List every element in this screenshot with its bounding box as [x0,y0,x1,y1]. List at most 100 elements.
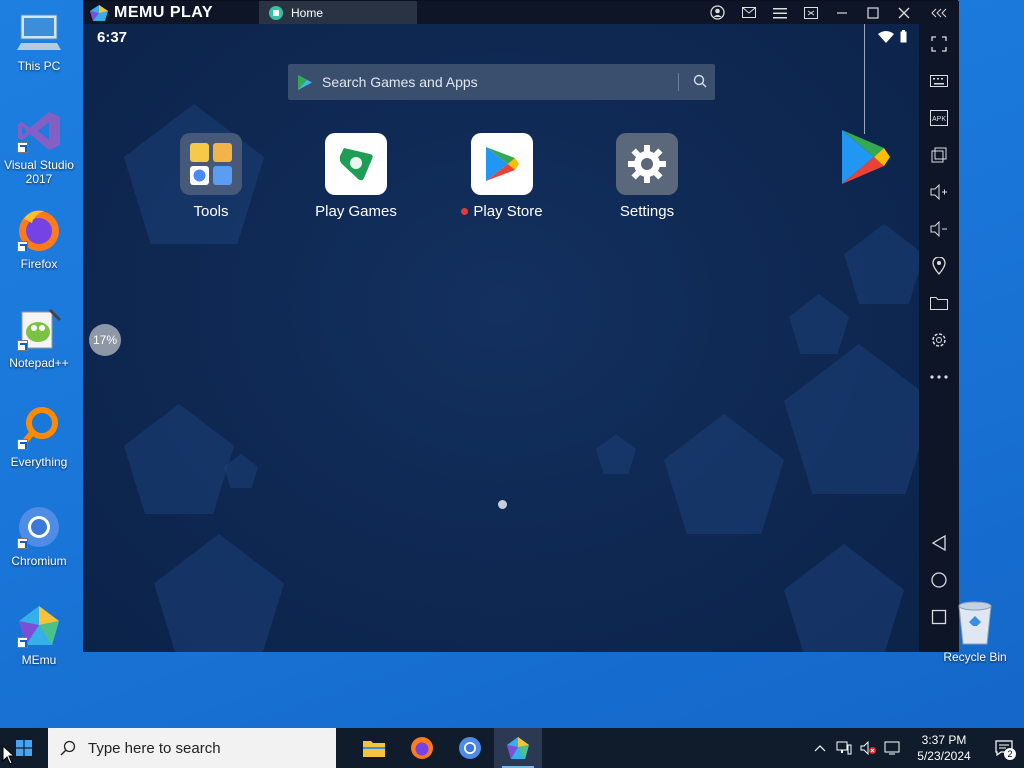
windows-logo-icon [16,740,32,756]
taskbar-firefox[interactable] [398,728,446,768]
notification-dot [461,208,469,215]
chromium-icon [15,503,63,551]
play-store-floating-icon[interactable] [840,128,892,186]
keyboard-button[interactable] [927,69,951,93]
window-mode-icon [803,6,818,19]
emulator-sidebar: APK [919,24,959,652]
status-bar-icons [878,30,907,43]
app-label: Play Games [315,203,397,220]
status-bar-time: 6:37 [97,29,128,46]
tools-folder-icon [180,133,242,195]
screenshot-mode-button[interactable] [795,1,826,24]
volume-up-button[interactable] [927,180,951,204]
loader-percent: 17% [92,333,118,347]
emulator-titlebar: MEMU PLAY Home [84,1,959,24]
maximize-icon [866,6,879,19]
app-label: Settings [619,203,675,220]
volume-down-button[interactable] [927,217,951,241]
notepadpp-icon [15,305,63,353]
settings-button[interactable] [927,328,951,352]
background-pentagon [784,344,919,494]
shortcut-arrow-icon [17,439,28,450]
progress-loader: 17% [89,324,121,356]
tab-home[interactable]: Home [259,1,417,24]
shortcut-arrow-icon [17,241,28,252]
volume-down-icon [930,221,947,237]
memu-window: MEMU PLAY Home 6:37 Search Games and App… [83,0,959,652]
desktop-icon-label: MEmu [21,653,57,667]
hamburger-menu-icon [772,7,787,18]
memu-icon [15,602,63,650]
network-button[interactable] [832,728,856,768]
desktop-icon-this-pc[interactable]: This PC [0,8,78,73]
desktop-icon-everything[interactable]: Everything [0,404,78,469]
taskbar-search-box[interactable]: Type here to search [48,728,336,768]
taskbar-clock[interactable]: 3:37 PM 5/23/2024 [904,732,984,764]
location-button[interactable] [927,254,951,278]
mail-button[interactable] [733,1,764,24]
desktop-icon-notepadpp[interactable]: Notepad++ [0,305,78,370]
multi-window-icon [931,147,947,163]
notification-center-button[interactable]: 2 [984,728,1024,768]
search-icon [60,740,76,756]
background-pentagon [124,404,234,514]
play-store-icon [471,133,533,195]
collapse-sidebar-button[interactable] [919,1,959,24]
visual-studio-icon [15,107,63,155]
desktop-icon-label: Notepad++ [9,356,69,370]
desktop-icon-label: Everything [10,455,68,469]
action-center-tray-button[interactable] [880,728,904,768]
desktop-icon-visual-studio[interactable]: Visual Studio 2017 [0,107,78,186]
background-pentagon [154,534,284,652]
android-home-button[interactable] [927,568,951,592]
minimize-button[interactable] [826,1,857,24]
shared-folder-button[interactable] [927,291,951,315]
app-settings[interactable]: Settings [587,133,707,220]
multi-instance-button[interactable] [927,143,951,167]
battery-icon [900,30,907,43]
volume-button[interactable] [856,728,880,768]
background-pentagon [844,224,919,304]
app-label: Tools [193,203,229,220]
close-icon [898,7,909,18]
display-icon [884,741,900,755]
page-indicator-dot[interactable] [498,500,507,509]
status-divider [864,24,865,134]
memu-brand: MEMU PLAY [84,4,259,22]
desktop-icon-memu[interactable]: MEmu [0,602,78,667]
menu-button[interactable] [764,1,795,24]
taskbar-file-explorer[interactable] [350,728,398,768]
search-bar[interactable]: Search Games and Apps [288,64,715,100]
tab-label: Home [291,5,324,20]
maximize-button[interactable] [857,1,888,24]
mouse-cursor-icon [2,745,14,765]
search-icon[interactable] [693,74,707,88]
mail-icon [741,7,756,18]
app-play-store[interactable]: Play Store [442,133,562,220]
search-divider [678,73,679,91]
app-label: Play Store [473,203,543,220]
taskbar-memu[interactable] [494,728,542,768]
taskbar-chromium[interactable] [446,728,494,768]
recycle-bin-icon [958,601,992,645]
background-pentagon [789,294,849,354]
android-back-button[interactable] [927,531,951,555]
play-games-icon [325,133,387,195]
shortcut-arrow-icon [17,538,28,549]
desktop-icon-recycle-bin[interactable]: Recycle Bin [942,600,1008,664]
system-tray: 3:37 PM 5/23/2024 2 [808,728,1024,768]
more-button[interactable] [927,365,951,389]
memu-icon [507,737,529,759]
desktop-icon-firefox[interactable]: Firefox [0,206,78,271]
fullscreen-button[interactable] [927,32,951,56]
desktop-icon-chromium[interactable]: Chromium [0,503,78,568]
app-play-games[interactable]: Play Games [296,133,416,220]
close-button[interactable] [888,1,919,24]
app-tools[interactable]: Tools [151,133,271,220]
apk-button[interactable]: APK [927,106,951,130]
account-button[interactable] [702,1,733,24]
shortcut-arrow-icon [17,340,28,351]
show-hidden-icons-button[interactable] [808,728,832,768]
firefox-icon [411,737,433,759]
back-icon [931,535,946,551]
